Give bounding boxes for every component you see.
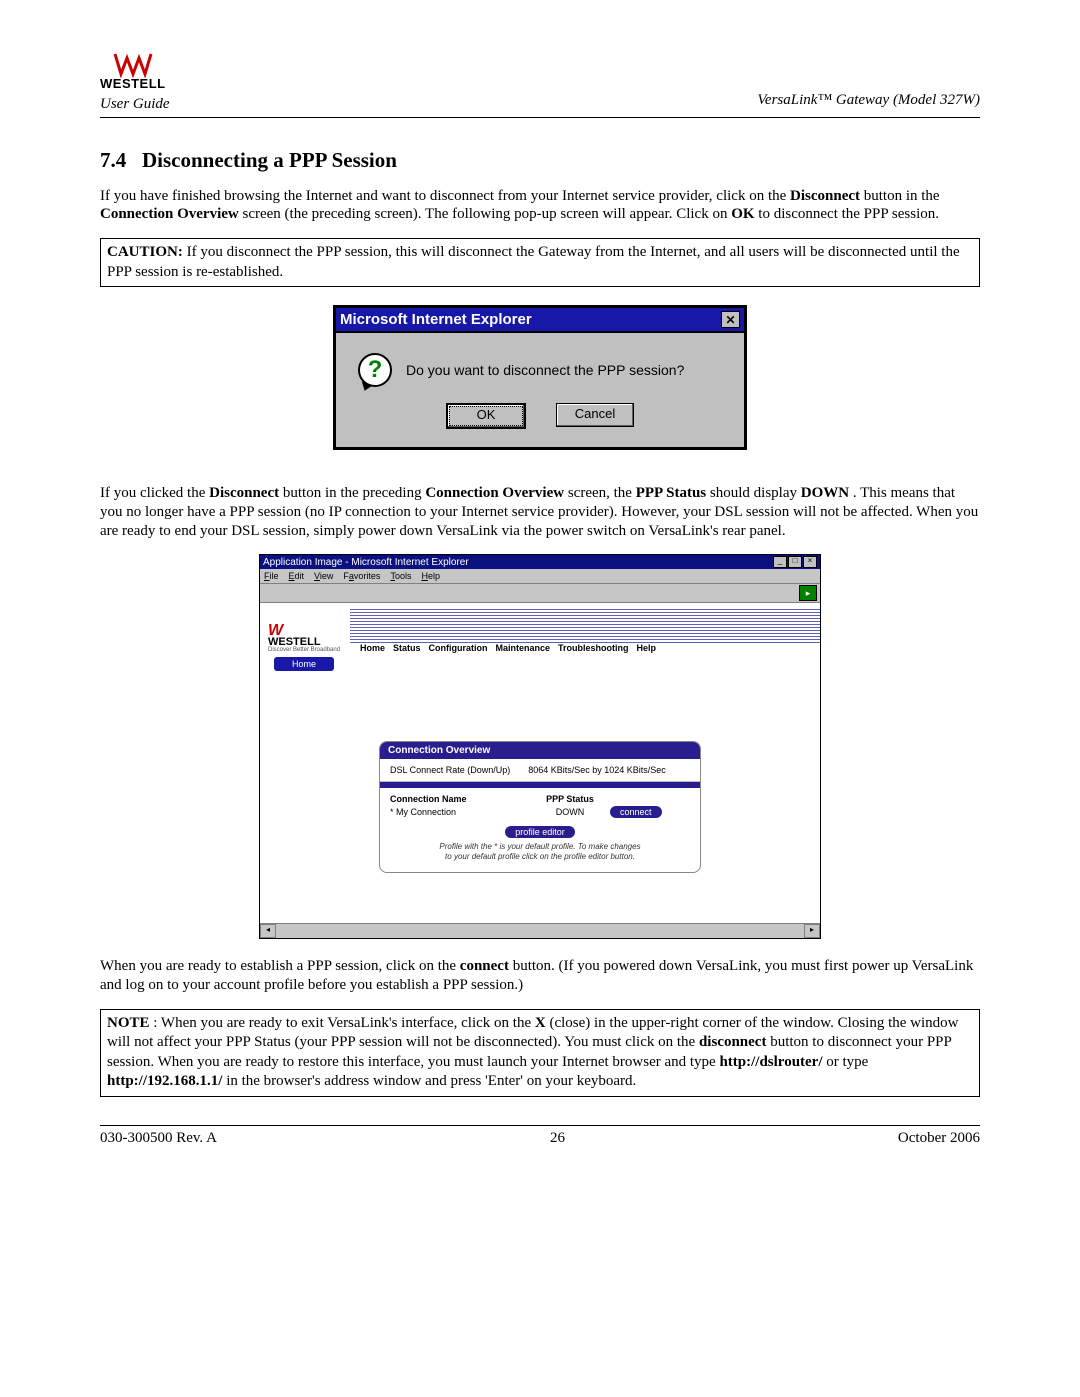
paragraph-intro: If you have finished browsing the Intern…: [100, 187, 980, 225]
menu-file[interactable]: File: [264, 571, 279, 581]
paragraph-connect: When you are ready to establish a PPP se…: [100, 957, 980, 995]
dsl-rate-label: DSL Connect Rate (Down/Up): [390, 765, 510, 775]
banner-stripes: [350, 609, 820, 643]
dialog-message: Do you want to disconnect the PPP sessio…: [406, 362, 684, 378]
panel-note: Profile with the * is your default profi…: [390, 842, 690, 861]
col-ppp-status: PPP Status: [530, 794, 610, 804]
ie-confirm-dialog: Microsoft Internet Explorer ✕ ? Do you w…: [333, 305, 747, 450]
page-number: 26: [550, 1130, 565, 1147]
menu-favorites[interactable]: Favorites: [343, 571, 380, 581]
section-number: 7.4: [100, 148, 126, 172]
westell-banner-logo: W WESTELL Discover Better Broadband: [268, 624, 340, 654]
dialog-title: Microsoft Internet Explorer: [340, 311, 532, 328]
ppp-status-value: DOWN: [530, 807, 610, 817]
doc-type: User Guide: [100, 96, 170, 113]
brand-text: WESTELL: [100, 78, 166, 90]
panel-title: Connection Overview: [380, 742, 700, 759]
question-icon: ?: [358, 353, 392, 387]
scrollbar[interactable]: ◂ ▸: [260, 923, 820, 938]
dsl-rate-value: 8064 KBits/Sec by 1024 KBits/Sec: [528, 765, 666, 775]
section-heading: 7.4 Disconnecting a PPP Session: [100, 148, 980, 173]
caution-box: CAUTION: If you disconnect the PPP sessi…: [100, 238, 980, 287]
menu-help[interactable]: Help: [421, 571, 440, 581]
menu-tools[interactable]: Tools: [390, 571, 411, 581]
ok-button[interactable]: OK: [446, 403, 526, 429]
col-connection-name: Connection Name: [390, 794, 530, 804]
note-box: NOTE : When you are ready to exit VersaL…: [100, 1009, 980, 1097]
paragraph-after-dialog: If you clicked the Disconnect button in …: [100, 484, 980, 540]
minimize-icon[interactable]: _: [773, 556, 787, 568]
connection-name-value: * My Connection: [390, 807, 530, 817]
nav-help[interactable]: Help: [637, 643, 657, 653]
connect-button[interactable]: connect: [610, 806, 662, 818]
doc-model: VersaLink™ Gateway (Model 327W): [757, 92, 980, 113]
nav-configuration[interactable]: Configuration: [429, 643, 488, 653]
scroll-right-icon[interactable]: ▸: [804, 924, 820, 938]
profile-editor-button[interactable]: profile editor: [505, 826, 575, 838]
close-icon[interactable]: ×: [803, 556, 817, 568]
footer-rev: 030-300500 Rev. A: [100, 1130, 217, 1147]
nav-status[interactable]: Status: [393, 643, 421, 653]
westell-logo: WESTELL: [100, 50, 166, 90]
scroll-left-icon[interactable]: ◂: [260, 924, 276, 938]
nav-maintenance[interactable]: Maintenance: [496, 643, 551, 653]
section-title-text: Disconnecting a PPP Session: [142, 148, 397, 172]
cancel-button[interactable]: Cancel: [556, 403, 634, 427]
connection-overview-panel: Connection Overview DSL Connect Rate (Do…: [379, 741, 701, 872]
home-tab[interactable]: Home: [274, 657, 334, 671]
menu-edit[interactable]: Edit: [289, 571, 305, 581]
menu-view[interactable]: View: [314, 571, 333, 581]
nav-troubleshooting[interactable]: Troubleshooting: [558, 643, 629, 653]
maximize-icon[interactable]: □: [788, 556, 802, 568]
nav-home[interactable]: Home: [360, 643, 385, 653]
page-header: WESTELL User Guide VersaLink™ Gateway (M…: [100, 50, 980, 118]
footer-date: October 2006: [898, 1130, 980, 1147]
go-icon[interactable]: ▸: [799, 585, 817, 601]
ie-window-title: Application Image - Microsoft Internet E…: [263, 557, 469, 568]
ie-menubar: File Edit View Favorites Tools Help: [260, 569, 820, 584]
close-icon[interactable]: ✕: [721, 311, 740, 328]
page-footer: 030-300500 Rev. A 26 October 2006: [100, 1125, 980, 1147]
browser-screenshot: Application Image - Microsoft Internet E…: [259, 554, 821, 939]
